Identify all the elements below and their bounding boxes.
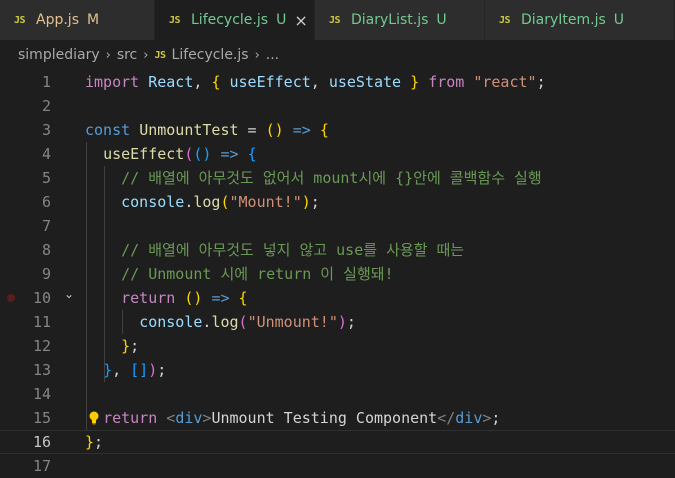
line-number: 2	[41, 97, 51, 115]
line-number: 15	[32, 409, 51, 427]
code-line[interactable]: 15 return <div>Unmount Testing Component…	[0, 406, 675, 430]
tab-diaryitem-js[interactable]: JS DiaryItem.js U	[485, 0, 675, 40]
lightbulb-icon[interactable]	[89, 411, 99, 425]
code-line[interactable]: 13 }, []);	[0, 358, 675, 382]
code-text: console.log("Unmount!");	[139, 313, 356, 331]
code-line[interactable]: 1 import React, { useEffect, useState } f…	[0, 70, 675, 94]
code-editor[interactable]: 1 import React, { useEffect, useState } f…	[0, 70, 675, 475]
code-line[interactable]: 8 // 배열에 아무것도 넣지 않고 use를 사용할 때는	[0, 238, 675, 262]
code-text: // 배열에 아무것도 넣지 않고 use를 사용할 때는	[121, 241, 465, 259]
js-icon: JS	[329, 14, 341, 26]
line-number: 1	[41, 73, 51, 91]
code-line[interactable]: 10 return () => {⌄	[0, 286, 675, 310]
breadcrumb-folder-simplediary[interactable]: simplediary	[18, 47, 100, 63]
line-number: 11	[32, 313, 51, 331]
line-number: 16	[32, 433, 51, 451]
tab-app-js[interactable]: JS App.js M	[0, 0, 155, 40]
code-line[interactable]: 3 const UnmountTest = () => {	[0, 118, 675, 142]
line-number: 14	[32, 385, 51, 403]
tab-label: DiaryItem.js	[521, 12, 606, 28]
line-number: 8	[41, 241, 51, 259]
close-icon[interactable]: ×	[294, 11, 307, 30]
line-number: 6	[41, 193, 51, 211]
code-text: // 배열에 아무것도 없어서 mount시에 {}안에 콜백함수 실행	[121, 169, 542, 187]
chevron-right-icon: ›	[143, 47, 149, 63]
code-line[interactable]: 16};	[0, 430, 675, 454]
tab-label: DiaryList.js	[351, 12, 429, 28]
chevron-right-icon: ›	[105, 47, 111, 63]
breadcrumb-folder-src[interactable]: src	[117, 47, 137, 63]
line-number: 7	[41, 217, 51, 235]
tab-label: Lifecycle.js	[191, 12, 269, 28]
breakpoint-hint-icon[interactable]	[7, 294, 15, 302]
git-status-badge: U	[276, 12, 287, 28]
code-text: import React, { useEffect, useState } fr…	[85, 73, 546, 91]
breadcrumb: simplediary › src › JS Lifecycle.js › ..…	[0, 40, 675, 70]
code-line[interactable]: 14	[0, 382, 675, 406]
tab-bar: JS App.js M JS Lifecycle.js U × JS DiaryList.js U…	[0, 0, 675, 40]
line-number: 13	[32, 361, 51, 379]
line-number: 5	[41, 169, 51, 187]
git-status-badge: M	[86, 12, 100, 28]
code-text: // Unmount 시에 return 이 실행돼!	[121, 265, 394, 283]
js-file-icon: JS	[154, 49, 166, 61]
code-text: return () => {	[121, 289, 248, 307]
code-line[interactable]: 7	[0, 214, 675, 238]
code-line[interactable]: 4 useEffect(() => {	[0, 142, 675, 166]
code-line[interactable]: 11 console.log("Unmount!");	[0, 310, 675, 334]
git-status-badge: U	[436, 12, 447, 28]
chevron-right-icon: ›	[254, 47, 260, 63]
js-icon: JS	[169, 14, 181, 26]
code-text: }, []);	[103, 361, 167, 379]
code-text: const UnmountTest = () => {	[85, 121, 329, 139]
code-line[interactable]: 9 // Unmount 시에 return 이 실행돼!	[0, 262, 675, 286]
code-text: useEffect(() => {	[103, 145, 257, 163]
code-text: return <div>Unmount Testing Component</d…	[103, 409, 501, 427]
line-number: 12	[32, 337, 51, 355]
js-icon: JS	[499, 14, 511, 26]
line-number: 9	[41, 265, 51, 283]
code-line[interactable]: 17	[0, 454, 675, 478]
line-number: 17	[32, 457, 51, 475]
tab-lifecycle-js[interactable]: JS Lifecycle.js U ×	[155, 0, 315, 40]
breadcrumb-file[interactable]: Lifecycle.js	[172, 47, 249, 63]
line-number: 4	[41, 145, 51, 163]
code-line[interactable]: 6 console.log("Mount!");	[0, 190, 675, 214]
tab-diarylist-js[interactable]: JS DiaryList.js U	[315, 0, 485, 40]
code-line[interactable]: 2	[0, 94, 675, 118]
breadcrumb-more[interactable]: ...	[266, 47, 279, 63]
fold-chevron-icon[interactable]: ⌄	[64, 287, 74, 301]
code-text: };	[121, 337, 140, 355]
code-text: console.log("Mount!");	[121, 193, 320, 211]
git-status-badge: U	[613, 12, 625, 28]
js-icon: JS	[14, 14, 26, 26]
code-text: };	[85, 433, 104, 451]
code-line[interactable]: 12 };	[0, 334, 675, 358]
tab-label: App.js	[36, 12, 79, 28]
line-number: 3	[41, 121, 51, 139]
code-line[interactable]: 5 // 배열에 아무것도 없어서 mount시에 {}안에 콜백함수 실행	[0, 166, 675, 190]
